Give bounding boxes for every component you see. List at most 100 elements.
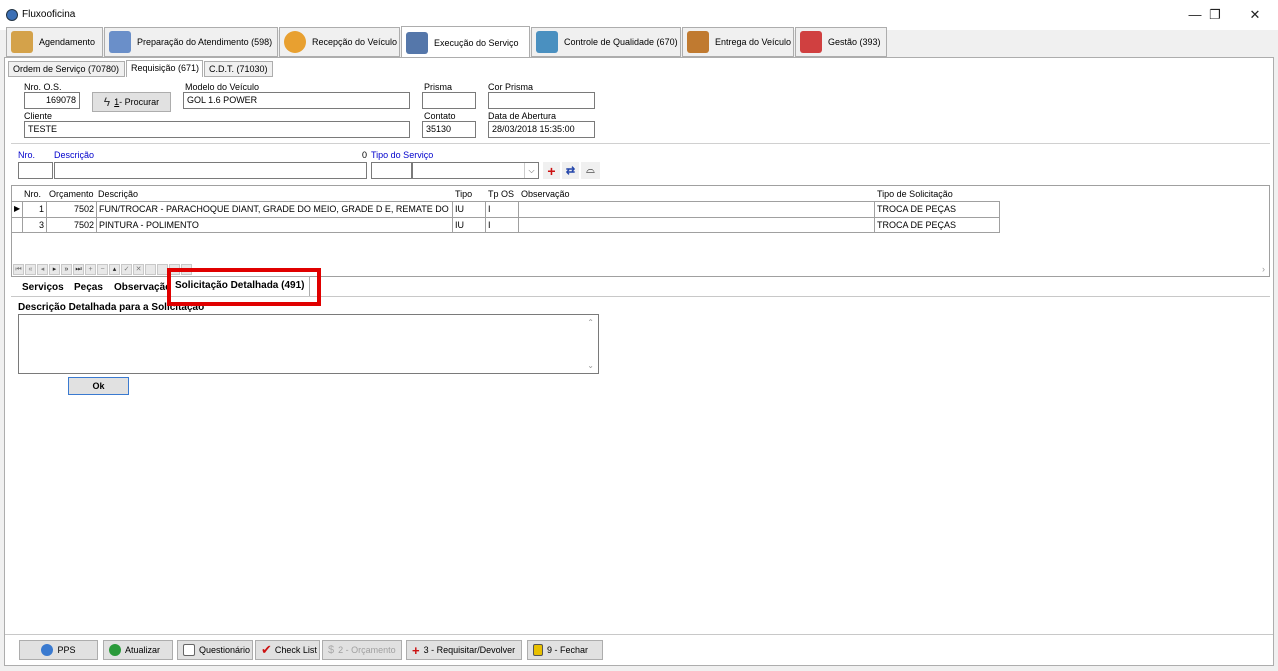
- next-page-icon[interactable]: »: [61, 264, 72, 275]
- button-label: PPS: [57, 645, 76, 655]
- service-type-code-field[interactable]: [371, 162, 412, 179]
- transfer-icon: ⇄: [565, 165, 576, 177]
- tab-agendamento[interactable]: Agendamento: [6, 27, 103, 57]
- request-return-button[interactable]: + 3 - Requisitar/Devolver: [406, 640, 522, 660]
- os-number-field[interactable]: 169078: [24, 92, 80, 109]
- mechanic-icon: [406, 31, 428, 54]
- cell-observacao[interactable]: [519, 218, 874, 234]
- open-date-field[interactable]: 28/03/2018 15:35:00: [488, 121, 595, 138]
- cell-tipo-solicitacao[interactable]: TROCA DE PEÇAS: [875, 202, 999, 218]
- refresh-button[interactable]: Atualizar: [103, 640, 173, 660]
- scroll-up-icon[interactable]: ⌃: [587, 318, 594, 327]
- checklist-button[interactable]: ✔ Check List: [255, 640, 320, 660]
- client-field[interactable]: TESTE: [24, 121, 410, 138]
- tab-controle-qualidade[interactable]: Controle de Qualidade (670): [531, 27, 681, 57]
- tray-button[interactable]: ⌓: [581, 162, 600, 179]
- cell-orcamento[interactable]: 7502: [47, 218, 96, 234]
- client-label: Cliente: [24, 111, 53, 121]
- cell-descricao[interactable]: FUN/TROCAR - PARACHOQUE DIANT, GRADE DO …: [97, 202, 452, 218]
- highlight-box: [167, 268, 321, 306]
- pps-button[interactable]: PPS: [19, 640, 98, 660]
- plus-icon: +: [547, 162, 556, 179]
- tab-label: Execução do Serviço: [434, 37, 519, 48]
- post-record-icon[interactable]: ✓: [121, 264, 132, 275]
- window-title: Fluxooficina: [22, 9, 76, 20]
- service-type-select[interactable]: ⌵: [412, 162, 539, 179]
- tab-label: Preparação do Atendimento (598): [137, 37, 273, 47]
- cell-tipo[interactable]: IU: [453, 202, 485, 218]
- cell-tipo[interactable]: IU: [453, 218, 485, 234]
- insert-record-icon[interactable]: +: [85, 264, 96, 275]
- grid-line: [999, 201, 1000, 232]
- tab-gestao[interactable]: Gestão (393): [795, 27, 887, 57]
- tab-entrega[interactable]: Entrega do Veículo: [682, 27, 794, 57]
- delete-record-icon[interactable]: −: [97, 264, 108, 275]
- prisma-field[interactable]: [422, 92, 476, 109]
- cell-nro[interactable]: 1: [23, 202, 46, 218]
- contact-label: Contato: [424, 111, 456, 121]
- person-icon: [11, 31, 33, 53]
- cell-tp-os[interactable]: I: [486, 218, 518, 234]
- tab-pecas[interactable]: Peças: [70, 279, 107, 296]
- search-button[interactable]: ϟ 1 - Procurar: [92, 92, 171, 112]
- contact-field[interactable]: 35130: [422, 121, 476, 138]
- tab-requisicao[interactable]: Requisição (671): [126, 60, 203, 77]
- button-label: 9 - Fechar: [547, 645, 589, 655]
- questionnaire-button[interactable]: Questionário: [177, 640, 253, 660]
- service-desc-field[interactable]: [54, 162, 367, 179]
- ok-button[interactable]: Ok: [68, 377, 129, 395]
- row-indicator-icon: ▶: [14, 204, 21, 213]
- edit-record-icon[interactable]: ▴: [109, 264, 120, 275]
- module-tabs: Agendamento Preparação do Atendimento (5…: [0, 26, 1278, 58]
- model-field[interactable]: GOL 1.6 POWER: [183, 92, 410, 109]
- gauge-icon: [800, 31, 822, 53]
- budget-button[interactable]: $ 2 - Orçamento: [322, 640, 402, 660]
- cell-observacao[interactable]: [519, 202, 874, 218]
- tab-recepcao[interactable]: Recepção do Veículo: [279, 27, 400, 57]
- next-record-icon[interactable]: ▸: [49, 264, 60, 275]
- cor-prisma-field[interactable]: [488, 92, 595, 109]
- detail-description-textarea[interactable]: ⌃ ⌄: [18, 314, 599, 374]
- cell-tipo-solicitacao[interactable]: TROCA DE PEÇAS: [875, 218, 999, 234]
- close-button[interactable]: ✕: [1240, 4, 1270, 26]
- restore-button[interactable]: ❐: [1200, 4, 1230, 26]
- scroll-right-icon[interactable]: ›: [1262, 264, 1265, 274]
- last-record-icon[interactable]: ⏭: [73, 264, 84, 275]
- button-label: Questionário: [199, 645, 251, 655]
- scroll-down-icon[interactable]: ⌄: [587, 361, 594, 370]
- app-logo-icon: [6, 9, 18, 21]
- tab-cdt[interactable]: C.D.T. (71030): [204, 61, 273, 77]
- chevron-down-icon[interactable]: ⌵: [524, 163, 538, 178]
- button-label: 2 - Orçamento: [338, 645, 396, 655]
- checklist-icon: [687, 31, 709, 53]
- tab-execucao[interactable]: Execução do Serviço: [401, 26, 530, 58]
- cell-tp-os[interactable]: I: [486, 202, 518, 218]
- cell-orcamento[interactable]: 7502: [47, 202, 96, 218]
- tab-observacao[interactable]: Observação: [110, 279, 168, 296]
- prev-page-icon[interactable]: «: [25, 264, 36, 275]
- service-nro-label: Nro.: [18, 150, 36, 160]
- os-label: Nro. O.S.: [24, 82, 62, 92]
- tab-servicos[interactable]: Serviços: [18, 279, 68, 296]
- separator: [5, 634, 1273, 635]
- service-desc-label: Descrição: [54, 150, 95, 160]
- cancel-record-icon[interactable]: ✕: [133, 264, 144, 275]
- cell-descricao[interactable]: PINTURA - POLIMENTO: [97, 218, 452, 234]
- tab-label: Entrega do Veículo: [715, 37, 792, 47]
- service-type-label: Tipo do Serviço: [371, 150, 434, 160]
- magnifier-icon: [536, 31, 558, 53]
- tab-preparacao[interactable]: Preparação do Atendimento (598): [104, 27, 278, 57]
- close-form-button[interactable]: 9 - Fechar: [527, 640, 603, 660]
- dollar-icon: $: [328, 644, 335, 656]
- prev-record-icon[interactable]: ◂: [37, 264, 48, 275]
- transfer-button[interactable]: ⇄: [562, 162, 579, 179]
- tab-ordem-servico[interactable]: Ordem de Serviço (70780): [8, 61, 125, 77]
- cell-nro[interactable]: 3: [23, 218, 46, 234]
- tab-label: Controle de Qualidade (670): [564, 37, 678, 47]
- add-service-button[interactable]: +: [543, 162, 560, 179]
- grid-navigator: ⏮ « ◂ ▸ » ⏭ + − ▴ ✓ ✕: [13, 264, 193, 276]
- tray-icon: ⌓: [586, 164, 595, 176]
- first-record-icon[interactable]: ⏮: [13, 264, 24, 275]
- refresh-record-icon[interactable]: [145, 264, 156, 275]
- service-nro-field[interactable]: [18, 162, 53, 179]
